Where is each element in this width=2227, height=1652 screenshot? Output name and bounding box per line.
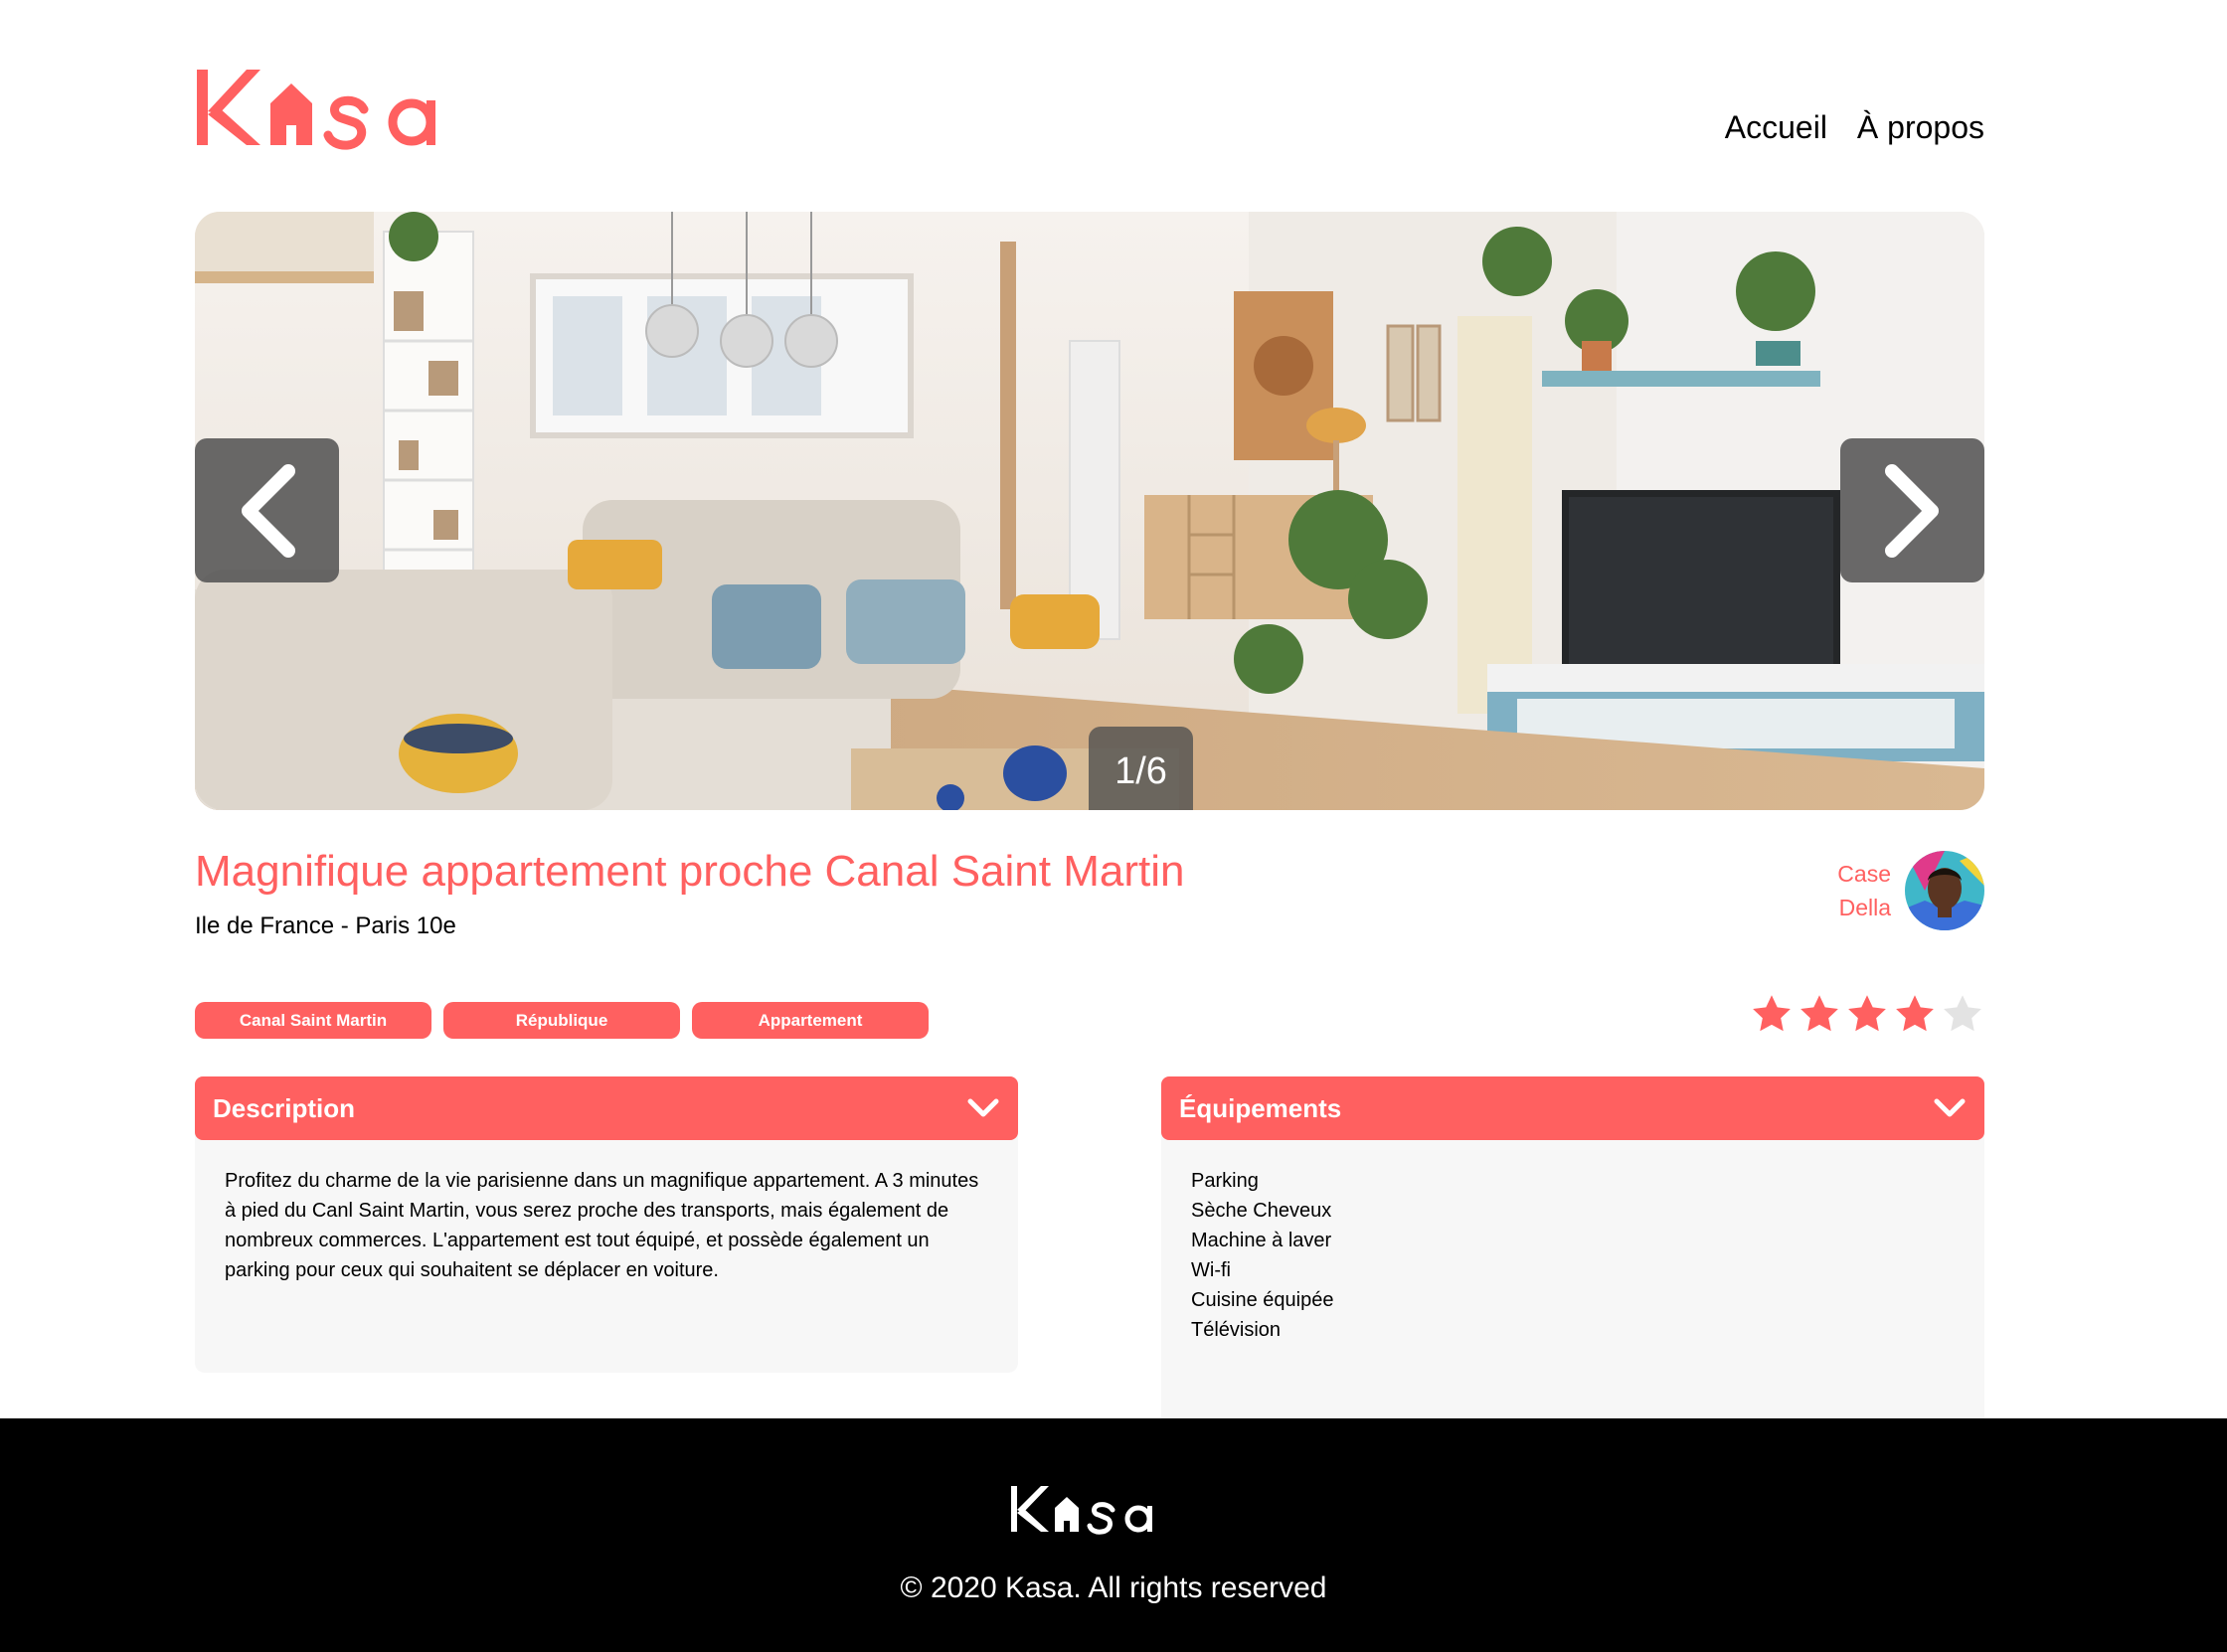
nav-link-home[interactable]: Accueil [1725,109,1827,146]
host-info: Case Della [1837,851,1984,930]
equipment-item: Wi-fi [1191,1259,1231,1281]
carousel-image [195,212,1984,810]
equipment-item: Cuisine équipée [1191,1289,1334,1311]
nav-link-about[interactable]: À propos [1857,109,1984,146]
rating-stars [1750,992,1984,1036]
equipments-list: Parking Sèche Cheveux Machine à laver Wi… [1191,1166,1955,1345]
carousel-next-button[interactable] [1840,438,1984,582]
host-avatar-image [1905,851,1984,930]
main-nav: Accueil À propos [1725,109,1984,146]
equipment-item: Sèche Cheveux [1191,1200,1332,1222]
description-title: Description [213,1092,356,1123]
star-filled-icon [1848,995,1886,1032]
host-name: Case Della [1837,857,1891,924]
kasa-logo-mark-footer [1011,1486,1152,1535]
equipments-collapse: Équipements Parking Sèche Cheveux Machin… [1161,1076,1984,1432]
host-last-name: Della [1838,895,1891,920]
listing-location: Ile de France - Paris 10e [195,912,456,939]
carousel-counter: 1/6 [1089,727,1193,810]
star-filled-icon [1896,995,1934,1032]
tag: République [443,1002,680,1039]
equipments-body: Parking Sèche Cheveux Machine à laver Wi… [1161,1130,1984,1432]
tag: Appartement [692,1002,929,1039]
kasa-logo-mark [197,70,435,150]
carousel-prev-button[interactable] [195,438,339,582]
equipments-toggle[interactable]: Équipements [1161,1076,1984,1140]
description-toggle[interactable]: Description [195,1076,1018,1140]
description-text: Profitez du charme de la vie parisienne … [225,1170,979,1281]
photo-carousel: 1/6 [195,212,1984,810]
equipment-item: Machine à laver [1191,1230,1332,1251]
equipment-item: Parking [1191,1170,1259,1192]
chevron-down-icon [1934,1098,1966,1117]
description-collapse: Description Profitez du charme de la vie… [195,1076,1018,1373]
star-filled-icon [1753,995,1791,1032]
star-empty-icon [1944,995,1981,1032]
header: Accueil À propos [195,60,1984,159]
tag-list: Canal Saint Martin République Appartemen… [195,1002,929,1039]
host-first-name: Case [1837,861,1891,887]
listing-title: Magnifique appartement proche Canal Sain… [195,847,1185,896]
footer: © 2020 Kasa. All rights reserved [0,1418,2227,1652]
copyright: © 2020 Kasa. All rights reserved [900,1571,1327,1604]
equipments-title: Équipements [1179,1092,1342,1123]
footer-logo [1009,1480,1168,1540]
description-body: Profitez du charme de la vie parisienne … [195,1130,1018,1373]
host-avatar [1905,851,1984,930]
chevron-down-icon [967,1098,999,1117]
star-filled-icon [1800,995,1838,1032]
page: Accueil À propos 1/6 Magnifique appartem… [0,0,2227,1652]
chevron-right-icon [1884,463,1939,558]
chevron-left-icon [241,463,295,558]
kasa-logo[interactable] [195,60,473,159]
tag: Canal Saint Martin [195,1002,431,1039]
equipment-item: Télévision [1191,1319,1282,1341]
